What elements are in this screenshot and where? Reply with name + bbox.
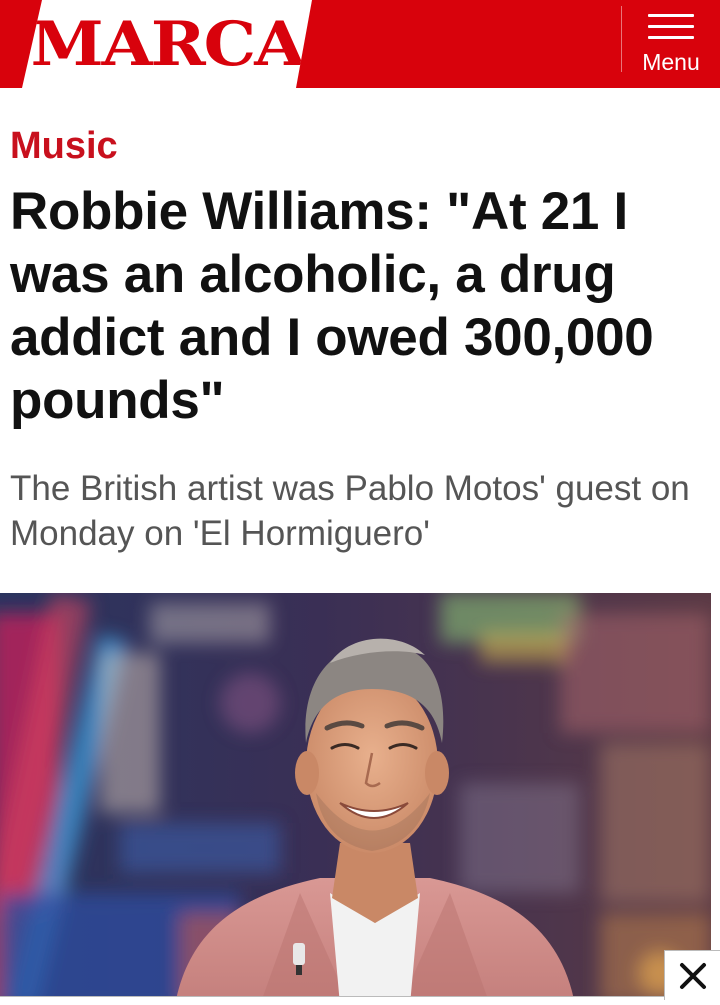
close-icon	[680, 963, 706, 989]
menu-label: Menu	[642, 49, 700, 75]
logo-link[interactable]: MARCA	[22, 0, 312, 88]
header-divider	[621, 6, 622, 72]
close-ad-button[interactable]	[664, 950, 720, 1000]
article-photo	[0, 593, 711, 1005]
site-header: MARCA Menu	[0, 0, 720, 88]
ad-bar	[0, 996, 720, 1005]
section-link-music[interactable]: Music	[10, 122, 118, 170]
hamburger-icon	[648, 14, 694, 40]
article-standfirst: The British artist was Pablo Motos' gues…	[10, 469, 690, 553]
marca-logo: MARCA	[30, 8, 306, 80]
menu-button[interactable]: Menu	[626, 0, 720, 88]
article-headline: Robbie Williams: "At 21 I was an alcohol…	[10, 182, 654, 430]
